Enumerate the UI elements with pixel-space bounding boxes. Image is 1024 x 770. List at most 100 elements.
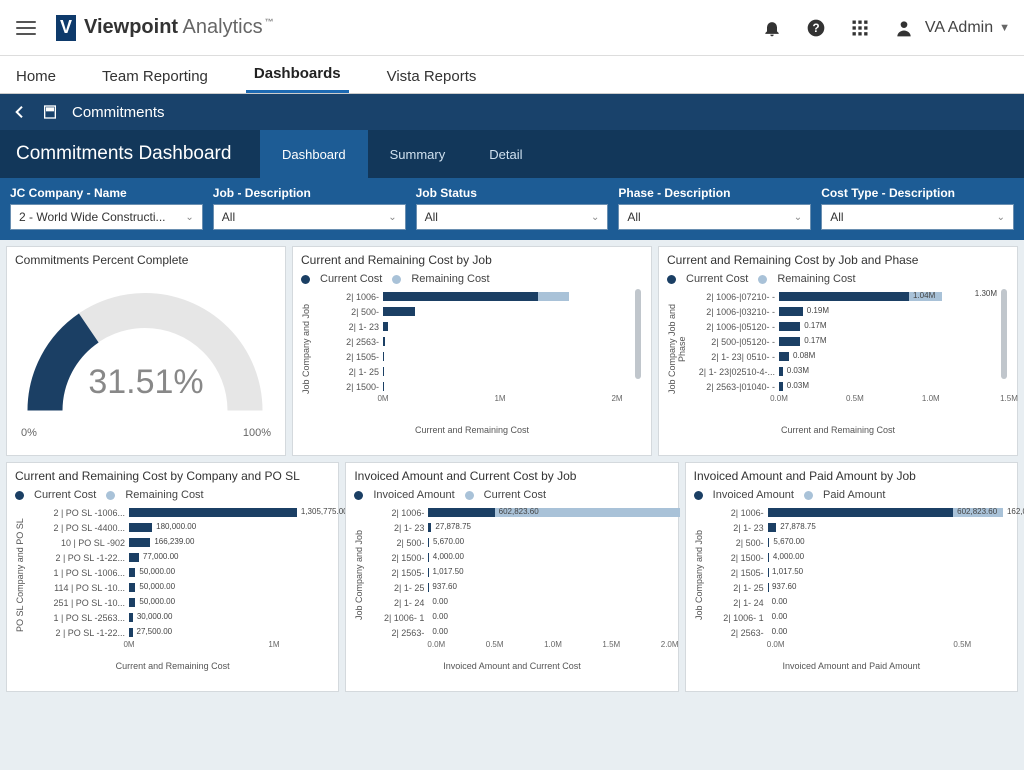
bar-stack	[383, 367, 643, 376]
bar-category: 2| 2563-	[704, 628, 768, 638]
filter-job-status: Job Status All⌄	[416, 186, 609, 230]
tab-home[interactable]: Home	[8, 68, 64, 93]
bar-category: 2| 1500-	[311, 382, 383, 392]
tab-dashboards[interactable]: Dashboards	[246, 65, 349, 93]
filter-phase-select[interactable]: All⌄	[618, 204, 811, 230]
bar-stack: 0.00	[768, 598, 1009, 607]
bar-category: 2| 1006-|05120- -	[687, 322, 779, 332]
bar-category: 2 | PO SL -4400...	[25, 523, 129, 533]
page-title: Commitments Dashboard	[0, 143, 260, 165]
legend-swatch-light	[465, 491, 474, 500]
filter-label: Job - Description	[213, 186, 406, 200]
bar-category: 2 | PO SL -1-22...	[25, 628, 129, 638]
bar-stack: 937.60	[768, 583, 1009, 592]
tab-team-reporting[interactable]: Team Reporting	[94, 68, 216, 93]
legend-swatch-light	[392, 275, 401, 284]
legend: Current Cost Remaining Cost	[301, 273, 643, 285]
bar-category: 2| 1- 25	[311, 367, 383, 377]
hamburger-icon[interactable]	[14, 16, 38, 40]
dashboard-type-icon	[42, 104, 58, 120]
chevron-down-icon: ⌄	[388, 212, 396, 223]
bar-row: 2| 1500-4,000.00	[364, 550, 669, 565]
bar-row: 1 | PO SL -1006...50,000.00	[25, 565, 330, 580]
bar-stack: 0.00	[428, 598, 669, 607]
bar-row: 2 | PO SL -1-22...27,500.00	[25, 625, 330, 640]
bar-category: 10 | PO SL -902	[25, 538, 129, 548]
x-axis-ticks: 0.0M 0.5M 1.0M 1.5M 2.0M	[436, 640, 669, 652]
bar-row: 2 | PO SL -1-22...77,000.00	[25, 550, 330, 565]
scrollbar[interactable]	[1001, 289, 1007, 379]
legend: Invoiced Amount Paid Amount	[694, 489, 1009, 501]
bar-row: 2| 1505-	[311, 349, 643, 364]
filter-job-select[interactable]: All⌄	[213, 204, 406, 230]
bar-category: 2| 1006-|03210- -	[687, 307, 779, 317]
bar-stack: 27,500.00	[129, 628, 330, 637]
bar-row: 2| 2563-0.00	[704, 625, 1009, 640]
tab-vista-reports[interactable]: Vista Reports	[379, 68, 485, 93]
nav-tabs: Home Team Reporting Dashboards Vista Rep…	[0, 56, 1024, 94]
card-percent-complete: Commitments Percent Complete 31.51% 0% 1…	[6, 246, 286, 456]
bar-category: 2| 1- 24	[364, 598, 428, 608]
card-cr-job: Current and Remaining Cost by Job Curren…	[292, 246, 652, 456]
card-cr-posl: Current and Remaining Cost by Company an…	[6, 462, 339, 692]
x-axis-ticks: 0M 1M	[129, 640, 330, 652]
bar-category: 1 | PO SL -2563...	[25, 613, 129, 623]
bar-stack	[383, 307, 643, 316]
subtab-detail[interactable]: Detail	[467, 130, 544, 178]
card-title: Invoiced Amount and Paid Amount by Job	[694, 469, 1009, 483]
back-icon[interactable]	[12, 104, 28, 120]
bar-row: 10 | PO SL -902166,239.00	[25, 535, 330, 550]
filter-cost-type: Cost Type - Description All⌄	[821, 186, 1014, 230]
breadcrumb-title: Commitments	[72, 104, 165, 121]
bars: 2| 1006-2| 500-2| 1- 232| 2563-2| 1505-2…	[311, 289, 643, 394]
legend: Invoiced Amount Current Cost	[354, 489, 669, 501]
card-title: Current and Remaining Cost by Company an…	[15, 469, 330, 483]
bar-row: 114 | PO SL -10...50,000.00	[25, 580, 330, 595]
bar-category: 251 | PO SL -10...	[25, 598, 129, 608]
apps-grid-icon[interactable]	[849, 17, 871, 39]
card-title: Current and Remaining Cost by Job and Ph…	[667, 253, 1009, 267]
subtab-summary[interactable]: Summary	[368, 130, 468, 178]
gauge-min: 0%	[21, 427, 37, 439]
bar-category: 2| 1505-	[364, 568, 428, 578]
legend: Current Cost Remaining Cost	[667, 273, 1009, 285]
filter-jc-company: JC Company - Name 2 - World Wide Constru…	[10, 186, 203, 230]
filter-job: Job - Description All⌄	[213, 186, 406, 230]
filter-jc-company-select[interactable]: 2 - World Wide Constructi...⌄	[10, 204, 203, 230]
bar-row: 2| 500-	[311, 304, 643, 319]
bar-category: 2| 1006- 1	[364, 613, 428, 623]
legend-swatch-dark	[694, 491, 703, 500]
card-inv-cc: Invoiced Amount and Current Cost by Job …	[345, 462, 678, 692]
brand-text: Viewpoint Analytics™	[84, 16, 274, 39]
bar-stack	[383, 382, 643, 391]
bar-stack: 30,000.00	[129, 613, 330, 622]
bar-stack: 0.00	[428, 613, 669, 622]
x-axis-ticks: 0.0M 0.5M	[776, 640, 1009, 652]
notifications-icon[interactable]	[761, 17, 783, 39]
bar-stack: 0.03M	[779, 367, 1009, 376]
bar-stack: 0.00	[428, 628, 669, 637]
bar-row: 2| 1006- 10.00	[364, 610, 669, 625]
bar-stack: 50,000.00	[129, 568, 330, 577]
scrollbar[interactable]	[635, 289, 641, 379]
bar-category: 2| 2563-	[364, 628, 428, 638]
chevron-down-icon: ▼	[999, 22, 1010, 34]
bar-row: 2| 1505-1,017.50	[364, 565, 669, 580]
legend-swatch-dark	[354, 491, 363, 500]
bar-row: 2| 1- 2327,878.75	[704, 520, 1009, 535]
dashboard-body: Commitments Percent Complete 31.51% 0% 1…	[0, 240, 1024, 770]
bar-row: 2| 500-5,670.00	[704, 535, 1009, 550]
y-axis-label: PO SL Company and PO SL	[15, 505, 25, 645]
bar-stack: 0.03M	[779, 382, 1009, 391]
chevron-down-icon: ⌄	[794, 212, 802, 223]
subtab-dashboard[interactable]: Dashboard	[260, 130, 368, 178]
bar-category: 2| 1- 23|02510-4-...	[687, 367, 779, 377]
page-header: Commitments Dashboard Dashboard Summary …	[0, 130, 1024, 178]
filter-cost-type-select[interactable]: All⌄	[821, 204, 1014, 230]
user-menu[interactable]: VA Admin▼	[925, 19, 1010, 37]
card-title: Commitments Percent Complete	[15, 253, 277, 267]
help-icon[interactable]: ?	[805, 17, 827, 39]
user-icon[interactable]	[893, 17, 915, 39]
bar-row: 2| 2563-|01040- -0.03M	[687, 379, 1009, 394]
filter-job-status-select[interactable]: All⌄	[416, 204, 609, 230]
